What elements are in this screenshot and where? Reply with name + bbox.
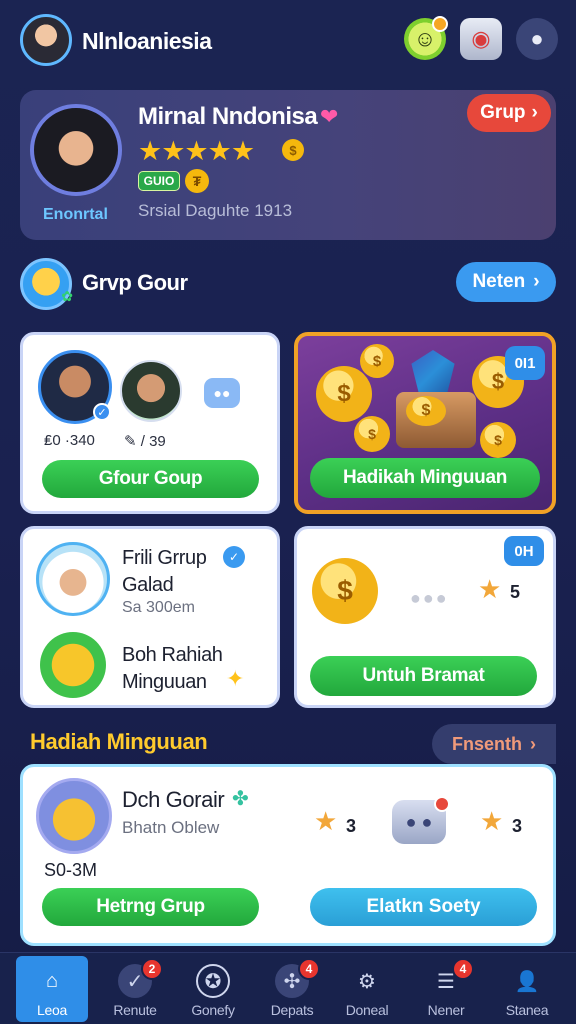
home-icon: ⌂: [45, 969, 59, 992]
sparkle-icon: ✦: [226, 666, 245, 691]
gift-count-badge: 0I1: [505, 346, 545, 380]
present-button[interactable]: Fnsenth ›: [432, 724, 556, 764]
coin-icon: $: [312, 558, 378, 624]
profile-subtitle: Srsial Daguhte 1913: [138, 201, 293, 220]
bag-icon: [40, 632, 106, 698]
coin-icon: $: [406, 396, 446, 426]
reward-value: S0-3M: [44, 860, 98, 880]
nav-label: Depats: [270, 1002, 314, 1018]
nav-item-home[interactable]: ⌂ Leoa: [16, 956, 88, 1022]
member-avatar-1[interactable]: ✓: [38, 350, 112, 424]
nav-item-settings[interactable]: ⚙ Doneal: [331, 956, 403, 1022]
group-section-title: Grvp Gour: [82, 270, 188, 295]
nav-item-profile[interactable]: 👤 Stanea: [491, 956, 563, 1022]
nav-item-route[interactable]: ✓ Renute 2: [99, 956, 171, 1022]
compass-icon: ✪: [196, 964, 230, 998]
coin-icon: $: [316, 366, 372, 422]
share-button[interactable]: Elatkn Soety: [310, 888, 537, 926]
weekly-reward-title: Hadiah Minguuan: [30, 729, 208, 754]
verified-icon: ✓: [223, 546, 245, 568]
group-card-button[interactable]: Gfour Goup: [42, 460, 259, 498]
profile-name: Mirnal Nndonisa: [138, 103, 318, 130]
notification-dot: [434, 796, 450, 812]
nav-badge: 4: [452, 958, 474, 980]
level-badge: GUIO: [138, 171, 180, 191]
coin-count-badge: 0H: [504, 536, 544, 566]
user-avatar[interactable]: [20, 14, 72, 66]
bird-icon[interactable]: ☺: [404, 16, 448, 60]
coin-icon: $: [360, 344, 394, 378]
star-value: 5: [510, 582, 521, 602]
star-value-2: 3: [512, 816, 523, 836]
profile-icon: 👤: [514, 970, 540, 993]
nav-label: Nener: [427, 1002, 465, 1018]
bucket-icon: [36, 778, 112, 854]
nav-label: Stanea: [505, 1002, 549, 1018]
nav-label: Doneal: [345, 1002, 389, 1018]
gem-icon: [411, 350, 455, 396]
star-icon: ★: [478, 574, 502, 604]
ellipsis-icon: ●●●: [410, 588, 449, 608]
group-button-label: Grup: [480, 102, 526, 123]
coin-icon: $: [480, 422, 516, 458]
nav-item-news[interactable]: ☰ Nener 4: [410, 956, 482, 1022]
next-button-label: Neten: [472, 271, 526, 292]
member-name: Frili Grrup Galad: [122, 547, 207, 596]
member-avatar-2[interactable]: [120, 360, 182, 422]
leaf-icon: ✿: [61, 288, 73, 304]
reward-subtitle: Bhatn Oblew: [122, 818, 220, 837]
nav-badge: 2: [141, 958, 163, 980]
chevron-right-icon: ›: [533, 271, 540, 292]
member-reward: Boh Rahiah Minguuan: [122, 644, 223, 693]
reward-name: Dch Gorair: [122, 787, 225, 812]
group-avatar[interactable]: ✿: [20, 258, 73, 310]
group-stat-2: ✎ / 39: [124, 433, 166, 450]
group-stat-1: ₤0 ·340: [44, 432, 95, 449]
gear-icon: ⚙: [358, 970, 376, 993]
group-button[interactable]: Grup ›: [467, 94, 551, 132]
star-icon: ★: [480, 806, 504, 836]
rating-stars: ★★★★★: [138, 136, 255, 166]
nav-label: Renute: [113, 1002, 157, 1018]
member-subtitle: Sa 300em: [122, 599, 195, 616]
chat-icon[interactable]: ●●: [204, 378, 240, 408]
nav-item-deposit[interactable]: ✣ Depats 4: [256, 956, 328, 1022]
coin-card-button[interactable]: Untuh Bramat: [310, 656, 537, 696]
verified-icon: ✓: [93, 403, 111, 421]
robot-icon: ● ●: [392, 796, 450, 844]
clover-icon: ✤: [232, 788, 249, 810]
nav-label: Gonefy: [191, 1002, 235, 1018]
nav-item-compass[interactable]: ✪ Gonefy: [177, 956, 249, 1022]
join-group-button[interactable]: Hetrng Grup: [42, 888, 259, 926]
weekly-gift-button[interactable]: Hadikah Minguuan: [310, 458, 540, 498]
heart-icon: ❤: [320, 104, 339, 129]
present-button-label: Fnsenth: [452, 733, 522, 754]
coin-icon: $: [282, 139, 304, 161]
nav-badge: 4: [298, 958, 320, 980]
robot-icon[interactable]: ◉: [460, 18, 502, 60]
coin-icon: $: [354, 416, 390, 452]
account-icon[interactable]: ●: [516, 18, 558, 60]
level-coin-icon: ₮: [185, 169, 209, 193]
next-button[interactable]: Neten ›: [456, 262, 556, 302]
member-avatar[interactable]: [36, 542, 110, 616]
star-value-1: 3: [346, 816, 357, 836]
profile-role: Enonrtal: [43, 206, 108, 223]
nav-label: Leoa: [37, 1002, 67, 1018]
app-title: Nlnloaniesia: [82, 28, 212, 54]
star-icon: ★: [314, 806, 338, 836]
profile-avatar[interactable]: [30, 104, 122, 196]
notification-dot: [432, 16, 448, 32]
chevron-right-icon: ›: [531, 102, 538, 123]
chevron-right-icon: ›: [530, 733, 536, 754]
